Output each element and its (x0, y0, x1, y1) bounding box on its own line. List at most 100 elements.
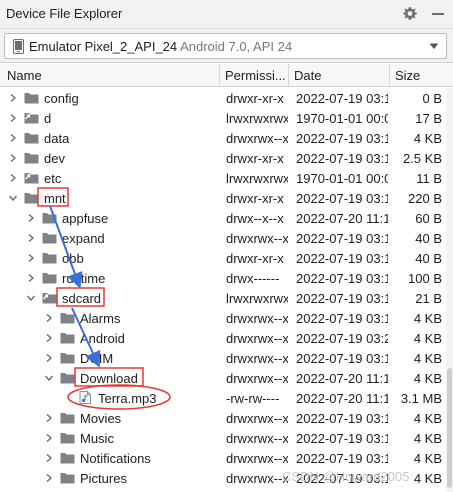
tree-row[interactable]: dev drwxr-xr-x 2022-07-19 03:1 2.5 KB (0, 148, 446, 168)
tree-row[interactable]: Android drwxrwx--x 2022-07-19 03:2 4 KB (0, 328, 446, 348)
tree-row[interactable]: Notifications drwxrwx--x 2022-07-19 03:1 4 … (0, 448, 446, 468)
device-label: Emulator Pixel_2_API_24 Android 7.0, API… (29, 39, 292, 54)
tree-row[interactable]: appfuse drwx--x--x 2022-07-20 11:1 60 B (0, 208, 446, 228)
expand-arrow-right-icon[interactable] (8, 93, 18, 103)
tree-row[interactable]: Download drwxrwx--x 2022-07-20 11:1 4 KB (0, 368, 446, 388)
audio-file-icon (79, 391, 91, 404)
column-header-name[interactable]: Name (7, 68, 42, 83)
folder-icon (60, 333, 75, 344)
column-divider[interactable] (288, 64, 289, 87)
gear-icon[interactable] (401, 5, 419, 23)
expand-arrow-right-icon[interactable] (44, 333, 54, 343)
device-name: Emulator Pixel_2_API_24 (29, 39, 178, 54)
watermark: CSDN @Howard2005 (282, 469, 410, 484)
expand-arrow-right-icon[interactable] (26, 273, 36, 283)
tree-row[interactable]: etc lrwxrwxrwx 1970-01-01 00:0 11 B (0, 168, 446, 188)
tree-row[interactable]: Music drwxrwx--x 2022-07-19 03:1 4 KB (0, 428, 446, 448)
tree-row[interactable]: d lrwxrwxrwx 1970-01-01 00:0 17 B (0, 108, 446, 128)
tree-row[interactable]: Terra.mp3 -rw-rw---- 2022-07-20 11:1 3.1 MB (0, 388, 446, 408)
folder-link-icon (24, 173, 39, 184)
row-date: 2022-07-19 03:1 (296, 291, 388, 306)
row-name: Notifications (80, 451, 151, 466)
row-date: 2022-07-19 03:1 (296, 431, 388, 446)
row-date: 2022-07-20 11:1 (296, 371, 388, 386)
row-permissions: drwxr-xr-x (226, 191, 284, 206)
row-size: 4 KB (413, 371, 442, 386)
row-permissions: lrwxrwxrwx (226, 171, 288, 186)
expand-arrow-right-icon[interactable] (8, 173, 18, 183)
column-header-size[interactable]: Size (395, 68, 420, 83)
row-size: 4 KB (413, 451, 442, 466)
row-name: expand (62, 231, 105, 246)
scrollbar-thumb[interactable] (447, 368, 452, 488)
tree-row[interactable]: runtime drwx------ 2022-07-19 03:1 100 B (0, 268, 446, 288)
folder-icon (42, 253, 57, 264)
expand-arrow-down-icon[interactable] (26, 293, 36, 303)
tree-row[interactable]: obb drwxr-xr-x 2022-07-19 03:1 40 B (0, 248, 446, 268)
vertical-scrollbar[interactable] (446, 88, 453, 492)
row-date: 2022-07-20 11:1 (296, 391, 388, 406)
row-date: 1970-01-01 00:0 (296, 171, 388, 186)
expand-arrow-down-icon[interactable] (8, 193, 18, 203)
expand-arrow-right-icon[interactable] (26, 253, 36, 263)
row-date: 2022-07-19 03:1 (296, 191, 388, 206)
tree-row[interactable]: expand drwxrwx--x 2022-07-19 03:1 40 B (0, 228, 446, 248)
row-date: 2022-07-19 03:1 (296, 411, 388, 426)
expand-arrow-right-icon[interactable] (44, 313, 54, 323)
row-name: Android (80, 331, 125, 346)
row-date: 2022-07-19 03:1 (296, 131, 388, 146)
row-permissions: drwx--x--x (226, 211, 284, 226)
folder-icon (60, 413, 75, 424)
tree-row[interactable]: sdcard lrwxrwxrwx 2022-07-19 03:1 21 B (0, 288, 446, 308)
row-permissions: drwxrwx--x (226, 411, 288, 426)
row-permissions: drwxrwx--x (226, 371, 288, 386)
expand-arrow-right-icon[interactable] (44, 353, 54, 363)
tree-row[interactable]: config drwxr-xr-x 2022-07-19 03:1 0 B (0, 88, 446, 108)
expand-arrow-right-icon[interactable] (8, 153, 18, 163)
row-name: DCIM (80, 351, 114, 366)
row-date: 2022-07-19 03:1 (296, 351, 388, 366)
expand-arrow-right-icon[interactable] (8, 133, 18, 143)
row-date: 2022-07-19 03:1 (296, 91, 388, 106)
row-permissions: lrwxrwxrwx (226, 111, 288, 126)
expand-arrow-down-icon[interactable] (44, 373, 54, 383)
expand-arrow-right-icon[interactable] (44, 433, 54, 443)
row-permissions: drwxrwx--x (226, 471, 288, 486)
folder-icon (24, 193, 39, 204)
expand-arrow-right-icon[interactable] (26, 233, 36, 243)
folder-link-icon (24, 113, 39, 124)
minimize-icon[interactable] (429, 5, 447, 23)
row-name: config (44, 91, 79, 106)
row-name: Terra.mp3 (98, 391, 157, 406)
expand-arrow-right-icon[interactable] (44, 453, 54, 463)
row-size: 2.5 KB (402, 151, 442, 166)
tree-row[interactable]: DCIM drwxrwx--x 2022-07-19 03:1 4 KB (0, 348, 446, 368)
folder-link-icon (42, 293, 57, 304)
tree-row[interactable]: Movies drwxrwx--x 2022-07-19 03:1 4 KB (0, 408, 446, 428)
expand-arrow-right-icon[interactable] (44, 473, 54, 483)
column-header-date[interactable]: Date (294, 68, 321, 83)
folder-icon (60, 473, 75, 484)
column-header-permissions[interactable]: Permissi... (225, 68, 286, 83)
folder-icon (24, 133, 39, 144)
row-date: 2022-07-19 03:1 (296, 231, 388, 246)
column-divider[interactable] (389, 64, 390, 87)
tree-row[interactable]: Alarms drwxrwx--x 2022-07-19 03:1 4 KB (0, 308, 446, 328)
expand-arrow-right-icon[interactable] (26, 213, 36, 223)
row-name: Music (80, 431, 114, 446)
window-title: Device File Explorer (6, 6, 123, 21)
expand-arrow-right-icon[interactable] (44, 413, 54, 423)
row-size: 60 B (415, 211, 442, 226)
expand-arrow-right-icon[interactable] (8, 113, 18, 123)
row-size: 4 KB (413, 131, 442, 146)
row-name: data (44, 131, 70, 146)
row-permissions: drwxrwx--x (226, 231, 288, 246)
device-selector[interactable]: Emulator Pixel_2_API_24 Android 7.0, API… (4, 33, 447, 59)
row-size: 40 B (415, 251, 442, 266)
row-name: d (44, 111, 52, 126)
tree-row[interactable]: mnt drwxr-xr-x 2022-07-19 03:1 220 B (0, 188, 446, 208)
tree-row[interactable]: data drwxrwx--x 2022-07-19 03:1 4 KB (0, 128, 446, 148)
row-size: 21 B (415, 291, 442, 306)
row-name: mnt (44, 191, 66, 206)
column-divider[interactable] (219, 64, 220, 87)
